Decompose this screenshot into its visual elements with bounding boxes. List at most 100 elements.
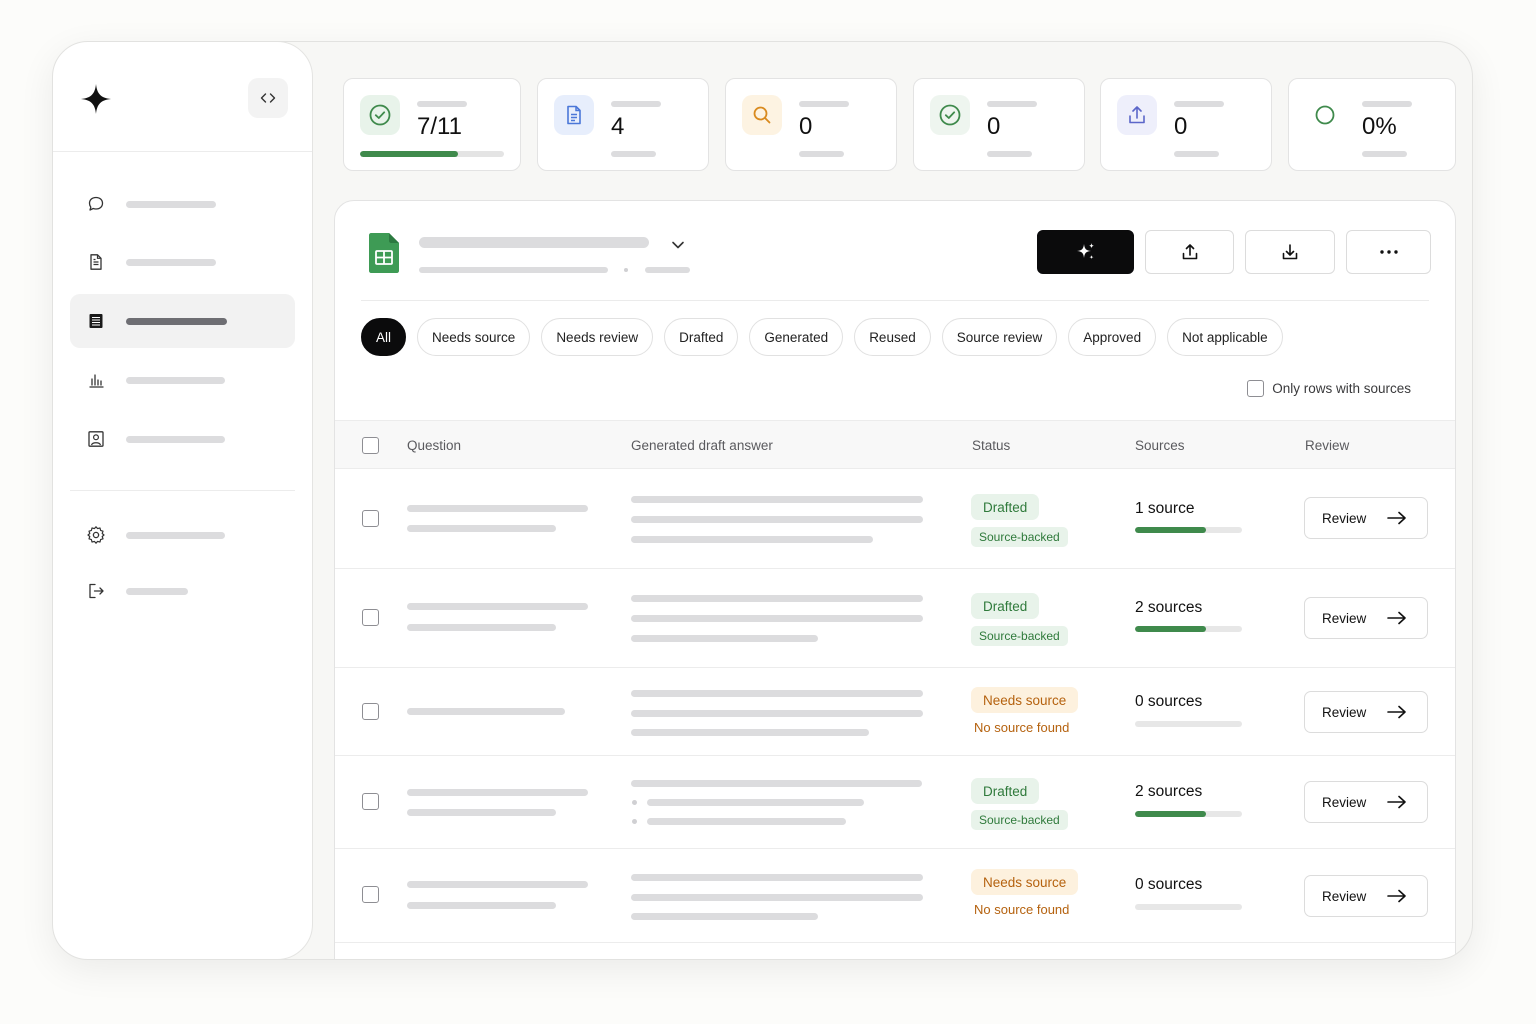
app-window: 7/11 4 0 0 0 0% All Needs source Needs r… (52, 41, 1473, 960)
generate-ai-button[interactable] (1037, 230, 1134, 274)
table-row[interactable]: Drafted Source-backed 2 sources Review (335, 756, 1455, 849)
review-button[interactable]: Review (1304, 875, 1428, 917)
table-row[interactable]: Drafted Source-backed 1 source Review (335, 469, 1455, 569)
only-rows-checkbox[interactable] (1247, 380, 1265, 397)
sidebar (53, 42, 313, 959)
document-icon (86, 252, 106, 272)
question-placeholder (407, 902, 556, 909)
review-button-label: Review (1322, 794, 1367, 810)
answer-placeholder (631, 595, 923, 602)
file-title-placeholder (419, 237, 649, 248)
filter-chip-not-applicable[interactable]: Not applicable (1167, 318, 1283, 356)
file-meta-placeholder (645, 267, 690, 273)
column-header-review: Review (1305, 438, 1350, 453)
question-placeholder (407, 881, 588, 888)
chevron-down-icon[interactable] (670, 237, 686, 258)
upload-button[interactable] (1145, 230, 1234, 274)
bar-chart-icon (86, 370, 106, 390)
stat-sublabel-placeholder (799, 151, 844, 157)
column-header-status: Status (972, 438, 1011, 453)
row-checkbox[interactable] (362, 609, 379, 626)
row-checkbox[interactable] (362, 793, 379, 810)
more-options-button[interactable] (1346, 230, 1431, 274)
answer-placeholder (631, 729, 869, 736)
document-icon (554, 95, 594, 135)
stat-label-placeholder (611, 101, 661, 107)
logout-icon (86, 581, 106, 601)
source-note-badge: No source found (974, 901, 1070, 917)
row-checkbox[interactable] (362, 886, 379, 903)
filter-chip-drafted[interactable]: Drafted (664, 318, 739, 356)
question-placeholder (407, 505, 588, 512)
question-placeholder (407, 708, 565, 715)
answer-placeholder (631, 894, 923, 901)
table-row[interactable]: Needs source No source found 0 sources R… (335, 668, 1455, 756)
sidebar-item-contacts[interactable] (70, 412, 295, 466)
select-all-checkbox[interactable] (362, 437, 379, 454)
stat-progress-fill (360, 151, 458, 157)
source-coverage-bar (1135, 527, 1242, 533)
review-button[interactable]: Review (1304, 781, 1428, 823)
download-icon (1282, 244, 1298, 260)
stat-sublabel-placeholder (987, 151, 1032, 157)
collapse-sidebar-button[interactable] (248, 78, 288, 118)
more-horizontal-icon (1379, 250, 1398, 254)
stat-card-approved: 0 (913, 78, 1085, 171)
stat-progress-bar (360, 151, 504, 157)
status-badge: Drafted (971, 494, 1040, 520)
question-placeholder (407, 624, 556, 631)
table-row[interactable]: Needs source No source found 0 sources R… (335, 849, 1455, 943)
question-placeholder (407, 789, 588, 796)
stat-value: 0 (799, 113, 813, 140)
table-header: Question Generated draft answer Status S… (335, 420, 1455, 469)
table-row[interactable]: Drafted Source-backed 2 sources Review (335, 569, 1455, 668)
source-note-badge: Source-backed (971, 626, 1068, 646)
stat-value: 0 (987, 113, 1001, 140)
sidebar-item-questionnaires[interactable] (70, 294, 295, 348)
status-badge: Needs source (971, 869, 1079, 895)
answer-placeholder (631, 874, 923, 881)
download-button[interactable] (1245, 230, 1335, 274)
stat-card-answered: 7/11 (343, 78, 521, 171)
row-checkbox[interactable] (362, 510, 379, 527)
answer-placeholder (631, 496, 923, 503)
sparkle-logo-icon (80, 83, 112, 115)
filter-chip-source-review[interactable]: Source review (941, 318, 1058, 356)
sidebar-item-documents[interactable] (70, 235, 295, 289)
source-note-badge: No source found (974, 719, 1070, 735)
review-button[interactable]: Review (1304, 691, 1428, 733)
filter-chip-reused[interactable]: Reused (854, 318, 931, 356)
stat-value: 0% (1362, 113, 1397, 140)
question-placeholder (407, 809, 556, 816)
questionnaire-panel: All Needs source Needs review Drafted Ge… (334, 200, 1456, 959)
upload-icon (1117, 95, 1157, 135)
sidebar-item-analytics[interactable] (70, 353, 295, 407)
status-badge: Drafted (971, 778, 1040, 804)
source-coverage-bar (1135, 626, 1242, 632)
upload-icon (1182, 244, 1197, 260)
chat-bubble-icon (86, 194, 106, 214)
review-button-label: Review (1322, 704, 1367, 720)
arrow-right-icon (1387, 611, 1406, 625)
review-button[interactable]: Review (1304, 497, 1428, 539)
column-header-sources: Sources (1135, 438, 1185, 453)
answer-placeholder (631, 536, 873, 543)
arrow-right-icon (1387, 511, 1406, 525)
row-checkbox[interactable] (362, 703, 379, 720)
review-button[interactable]: Review (1304, 597, 1428, 639)
filter-chip-all[interactable]: All (361, 318, 407, 356)
filter-chip-approved[interactable]: Approved (1068, 318, 1157, 356)
sidebar-item-settings[interactable] (70, 508, 295, 562)
source-count: 1 source (1135, 500, 1195, 517)
only-rows-with-sources-toggle[interactable]: Only rows with sources (1247, 380, 1411, 397)
sidebar-item-chat[interactable] (70, 177, 295, 231)
stat-sublabel-placeholder (1174, 151, 1219, 157)
filter-chip-generated[interactable]: Generated (749, 318, 844, 356)
review-button-label: Review (1322, 510, 1367, 526)
stat-card-documents: 4 (537, 78, 709, 171)
answer-placeholder (631, 635, 818, 642)
filter-chip-needs-source[interactable]: Needs source (417, 318, 531, 356)
source-count: 2 sources (1135, 599, 1203, 616)
filter-chip-needs-review[interactable]: Needs review (541, 318, 654, 356)
sidebar-item-logout[interactable] (70, 564, 295, 618)
